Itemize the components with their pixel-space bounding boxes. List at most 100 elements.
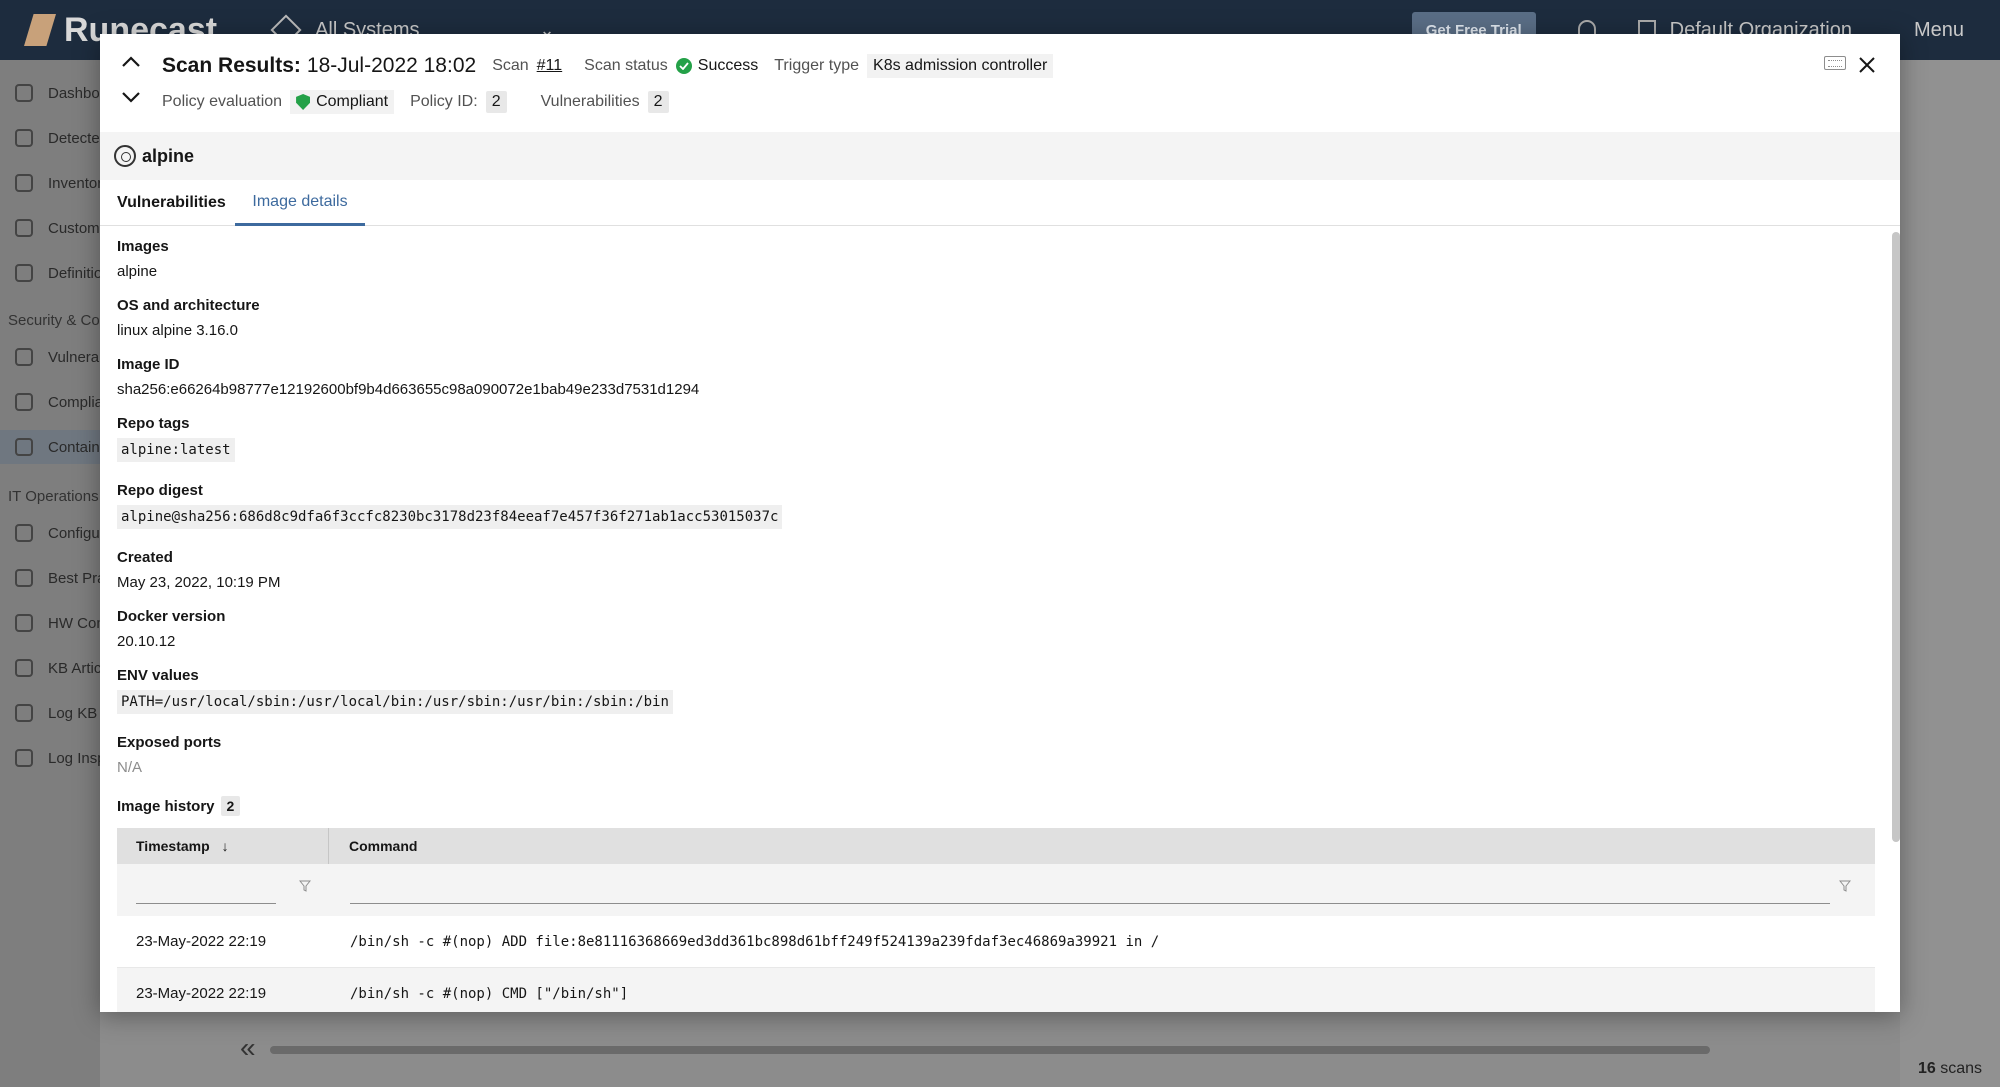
- field-label: Docker version: [117, 608, 226, 625]
- scans-count: 16 scans: [1918, 1060, 1982, 1078]
- badge-icon: [15, 569, 33, 587]
- detail-tabs: Vulnerabilities Image details: [100, 180, 1900, 226]
- scan-results-modal: Scan Results: 18-Jul-2022 18:02 Scan #11…: [100, 34, 1900, 1012]
- modal-header: Scan Results: 18-Jul-2022 18:02 Scan #11…: [100, 34, 1900, 132]
- field-label: Image history: [117, 797, 215, 815]
- sidebar-item-log-inspector[interactable]: Log Inspector: [0, 741, 100, 775]
- field-env-values: ENV values PATH=/usr/local/sbin:/usr/loc…: [117, 667, 673, 714]
- policy-id-label: Policy ID:: [410, 93, 478, 110]
- sort-arrow-down-icon: ↓: [221, 838, 229, 854]
- sidebar-item-compliance[interactable]: Compliance: [0, 385, 100, 419]
- filter-icon[interactable]: [298, 879, 312, 892]
- field-label: ENV values: [117, 667, 199, 684]
- sidebar-item-containers[interactable]: Containers: [0, 430, 100, 464]
- sidebar-section-it-operations: IT Operations: [8, 488, 99, 505]
- vulnerabilities-count: 2: [647, 91, 669, 113]
- layers-icon: [15, 524, 33, 542]
- sidebar-item-vulnerabilities[interactable]: Vulnerabilities: [0, 340, 100, 374]
- field-value: alpine: [117, 263, 158, 280]
- policy-evaluation-label: Policy evaluation: [162, 93, 283, 110]
- history-count-badge: 2: [220, 796, 241, 816]
- field-label: Exposed ports: [117, 734, 222, 751]
- field-value: alpine:latest: [117, 438, 235, 462]
- menu-button[interactable]: Menu: [1914, 19, 1964, 42]
- success-check-icon: [675, 58, 692, 74]
- sidebar-item-best-practices[interactable]: Best Practices: [0, 561, 100, 595]
- dashboard-icon: [15, 84, 33, 102]
- sidebar-item-dashboard[interactable]: Dashboard: [0, 76, 100, 110]
- vertical-scrollbar[interactable]: [1892, 232, 1900, 842]
- previous-result-button[interactable]: [118, 51, 144, 73]
- sidebar-item-detected-issues[interactable]: Detected issues: [0, 121, 100, 155]
- column-header-timestamp[interactable]: Timestamp ↓: [117, 828, 329, 864]
- field-value: N/A: [117, 759, 143, 776]
- column-header-label: Command: [349, 838, 418, 854]
- header-summary-row: Scan Results: 18-Jul-2022 18:02 Scan #11…: [162, 54, 1054, 78]
- close-icon: [1859, 57, 1875, 73]
- field-label: Image ID: [117, 356, 180, 373]
- sidebar-item-configuration[interactable]: Configuration: [0, 516, 100, 550]
- column-header-command[interactable]: Command: [329, 828, 1875, 864]
- sidebar-item-inventory[interactable]: Inventory: [0, 166, 100, 200]
- target-icon: [15, 348, 33, 366]
- field-label: Created: [117, 549, 173, 566]
- image-details-panel: Images alpine OS and architecture linux …: [100, 226, 1900, 1012]
- sidebar-item-label: HW Compatibility: [48, 614, 100, 632]
- tab-image-details[interactable]: Image details: [235, 180, 365, 226]
- policy-id-value: 2: [485, 91, 507, 113]
- policy-evaluation-text: Compliant: [316, 93, 389, 110]
- sidebar-section-security: Security & Compliance: [8, 312, 100, 329]
- sidebar-item-label: Configuration: [48, 524, 100, 542]
- modal-title: Scan Results:: [162, 54, 301, 77]
- sidebar-item-log-kb-articles[interactable]: Log KB Articles: [0, 696, 100, 730]
- sidebar-item-hw-compatibility[interactable]: HW Compatibility: [0, 606, 100, 640]
- close-button[interactable]: [1856, 54, 1878, 76]
- field-exposed-ports: Exposed ports N/A: [117, 734, 221, 776]
- field-value: sha256:e66264b98777e12192600bf9b4d663655…: [117, 381, 700, 398]
- field-value: alpine@sha256:686d8c9dfa6f3ccfc8230bc317…: [117, 505, 783, 529]
- sidebar-item-definitions[interactable]: Definitions: [0, 256, 100, 290]
- field-repo-tags: Repo tags alpine:latest: [117, 415, 235, 462]
- policy-evaluation-value: Compliant: [290, 90, 395, 114]
- field-repo-digest: Repo digest alpine@sha256:686d8c9dfa6f3c…: [117, 482, 783, 529]
- keyboard-icon[interactable]: [1824, 56, 1846, 70]
- filter-icon[interactable]: [1838, 879, 1852, 892]
- field-label: Repo tags: [117, 415, 190, 432]
- vulnerabilities-label: Vulnerabilities: [540, 93, 640, 110]
- sidebar-item-custom-profiles[interactable]: Custom profiles: [0, 211, 100, 245]
- cell-command: /bin/sh -c #(nop) CMD ["/bin/sh"]: [350, 985, 629, 1002]
- container-image-icon: [114, 145, 136, 167]
- cell-timestamp: 23-May-2022 22:19: [136, 933, 267, 950]
- sidebar-item-kb-articles[interactable]: KB Articles: [0, 651, 100, 685]
- container-icon: [15, 438, 33, 456]
- image-name: alpine: [142, 145, 195, 166]
- eye-icon: [15, 704, 33, 722]
- scans-count-label: scans: [1940, 1060, 1982, 1077]
- horizontal-scrollbar[interactable]: [270, 1046, 1710, 1054]
- sidebar-item-label: Dashboard: [48, 84, 100, 102]
- chevron-down-icon: [122, 92, 140, 103]
- field-docker-version: Docker version 20.10.12: [117, 608, 225, 650]
- tree-icon: [15, 174, 33, 192]
- sidebar-item-label: Definitions: [48, 264, 100, 282]
- table-row[interactable]: 23-May-2022 22:19 /bin/sh -c #(nop) CMD …: [117, 968, 1875, 1012]
- sidebar-item-label: Log Inspector: [48, 749, 100, 767]
- scan-date: 18-Jul-2022 18:02: [306, 54, 477, 77]
- chevron-up-icon: [122, 56, 140, 67]
- scan-number-link[interactable]: #11: [537, 57, 563, 75]
- field-images: Images alpine: [117, 238, 169, 280]
- timestamp-filter-input[interactable]: [136, 864, 276, 904]
- field-value: May 23, 2022, 10:19 PM: [117, 574, 281, 591]
- sidebar: Dashboard Detected issues Inventory Cust…: [0, 60, 100, 1087]
- cell-command: /bin/sh -c #(nop) ADD file:8e81116368669…: [350, 933, 1160, 950]
- command-filter-input[interactable]: [350, 864, 1830, 904]
- chart-icon: [15, 749, 33, 767]
- collapse-sidebar-icon[interactable]: «: [240, 1032, 256, 1064]
- trigger-type-value: K8s admission controller: [867, 54, 1054, 78]
- next-result-button[interactable]: [118, 86, 144, 108]
- sidebar-item-label: Inventory: [48, 174, 100, 192]
- tab-vulnerabilities[interactable]: Vulnerabilities: [100, 180, 243, 226]
- table-row[interactable]: 23-May-2022 22:19 /bin/sh -c #(nop) ADD …: [117, 916, 1875, 968]
- sidebar-item-label: Compliance: [48, 393, 100, 411]
- sidebar-item-label: Custom profiles: [48, 219, 100, 237]
